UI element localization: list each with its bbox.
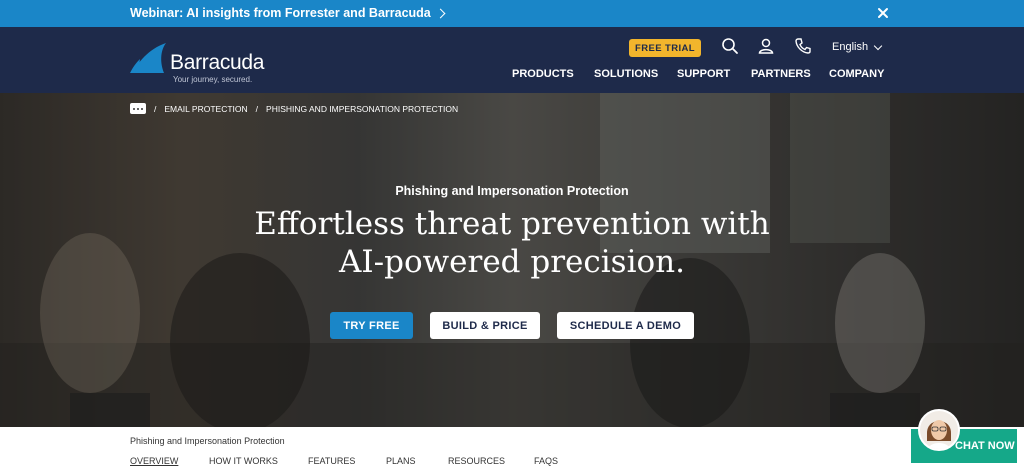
schedule-demo-button[interactable]: SCHEDULE A DEMO <box>557 312 694 339</box>
phone-icon[interactable] <box>794 37 812 55</box>
webinar-link[interactable]: Webinar: AI insights from Forrester and … <box>130 6 446 20</box>
language-selector[interactable]: English <box>832 41 883 53</box>
hero-headline: Effortless threat prevention with AI-pow… <box>0 205 1024 281</box>
nav-solutions[interactable]: SOLUTIONS <box>594 68 658 80</box>
agent-portrait-icon <box>920 411 958 449</box>
breadcrumb: / EMAIL PROTECTION / PHISHING AND IMPERS… <box>130 103 458 114</box>
logo-tagline: Your journey, secured. <box>173 75 253 84</box>
site-header: Barracuda Your journey, secured. FREE TR… <box>0 27 1024 93</box>
user-icon[interactable] <box>757 37 775 55</box>
subnav-title: Phishing and Impersonation Protection <box>130 436 285 446</box>
build-and-price-button[interactable]: BUILD & PRICE <box>430 312 540 339</box>
nav-support[interactable]: SUPPORT <box>677 68 730 80</box>
chat-now-label: CHAT NOW <box>955 440 1015 452</box>
breadcrumb-more-icon[interactable] <box>130 103 146 114</box>
barracuda-fin-icon <box>130 43 166 73</box>
tab-how-it-works[interactable]: HOW IT WORKS <box>209 456 278 466</box>
tab-features[interactable]: FEATURES <box>308 456 355 466</box>
nav-company[interactable]: COMPANY <box>829 68 884 80</box>
barracuda-logo[interactable]: Barracuda Your journey, secured. <box>130 41 280 85</box>
try-free-button[interactable]: TRY FREE <box>330 312 413 339</box>
tab-faqs[interactable]: FAQS <box>534 456 558 466</box>
language-label: English <box>832 41 869 53</box>
free-trial-button[interactable]: FREE TRIAL <box>629 39 701 57</box>
hero-section: / EMAIL PROTECTION / PHISHING AND IMPERS… <box>0 93 1024 427</box>
hero-headline-line-1: Effortless threat prevention with <box>254 206 770 242</box>
page-subnav: Phishing and Impersonation Protection OV… <box>0 427 1024 466</box>
close-icon[interactable] <box>876 6 890 20</box>
hero-headline-line-2: AI-powered precision. <box>339 244 685 280</box>
tab-resources[interactable]: RESOURCES <box>448 456 505 466</box>
breadcrumb-current-page: PHISHING AND IMPERSONATION PROTECTION <box>266 103 459 114</box>
chevron-down-icon <box>873 41 883 50</box>
webinar-link-text: Webinar: AI insights from Forrester and … <box>130 6 431 20</box>
breadcrumb-email-protection[interactable]: EMAIL PROTECTION <box>164 104 247 114</box>
chat-agent-avatar[interactable] <box>918 409 960 451</box>
search-icon[interactable] <box>721 37 739 55</box>
nav-partners[interactable]: PARTNERS <box>751 68 811 80</box>
nav-products[interactable]: PRODUCTS <box>512 68 574 80</box>
announcement-banner: Webinar: AI insights from Forrester and … <box>0 0 1024 27</box>
tab-overview[interactable]: OVERVIEW <box>130 456 178 466</box>
breadcrumb-separator: / <box>255 103 259 114</box>
logo-wordmark: Barracuda <box>170 51 265 74</box>
tab-plans[interactable]: PLANS <box>386 456 416 466</box>
chevron-right-icon <box>435 8 446 18</box>
hero-eyebrow: Phishing and Impersonation Protection <box>395 184 629 198</box>
breadcrumb-separator: / <box>154 103 157 114</box>
